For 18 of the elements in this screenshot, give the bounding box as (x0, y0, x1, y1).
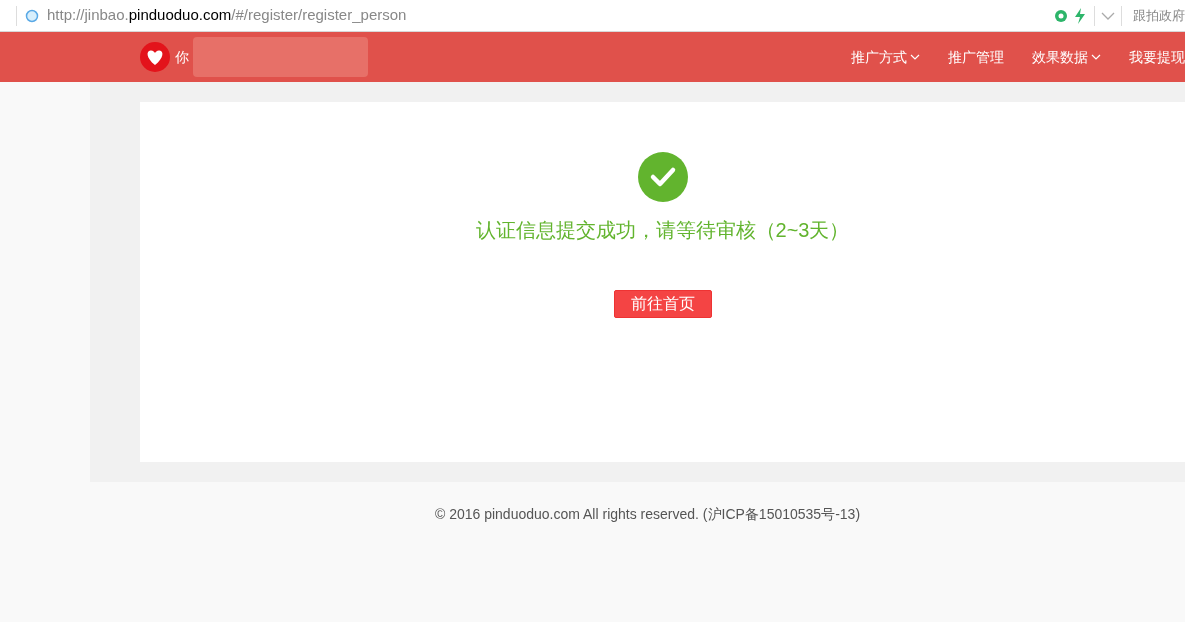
greeting-text: 你 (175, 47, 189, 67)
nav-item[interactable]: 推广管理 (948, 46, 1004, 68)
nav-item[interactable]: 效果数据 (1032, 46, 1101, 68)
chevron-down-icon (1091, 54, 1101, 60)
home-button[interactable]: 前往首页 (613, 290, 712, 318)
aperture-icon[interactable] (1054, 8, 1068, 23)
page-icon (25, 8, 39, 23)
address-field[interactable]: http://jinbao.pinduoduo.com/#/register/register_person (47, 4, 407, 27)
success-message: 认证信息提交成功，请等待审核（2~3天） (475, 218, 850, 243)
heart-logo-icon (140, 42, 170, 72)
chevron-down-icon (910, 54, 920, 60)
lightning-icon[interactable] (1074, 7, 1086, 24)
toolbar-link[interactable]: 跟拍政府 (1133, 5, 1185, 26)
nav-item[interactable]: 我要提现 (1129, 46, 1185, 68)
copyright-text: © 2016 pinduoduo.com All rights reserved. (沪ICP备15010535号-13) (434, 505, 861, 524)
check-circle-icon (637, 152, 688, 202)
nav-item[interactable]: 推广方式 (851, 46, 920, 68)
chevron-down-icon[interactable] (1101, 11, 1115, 20)
